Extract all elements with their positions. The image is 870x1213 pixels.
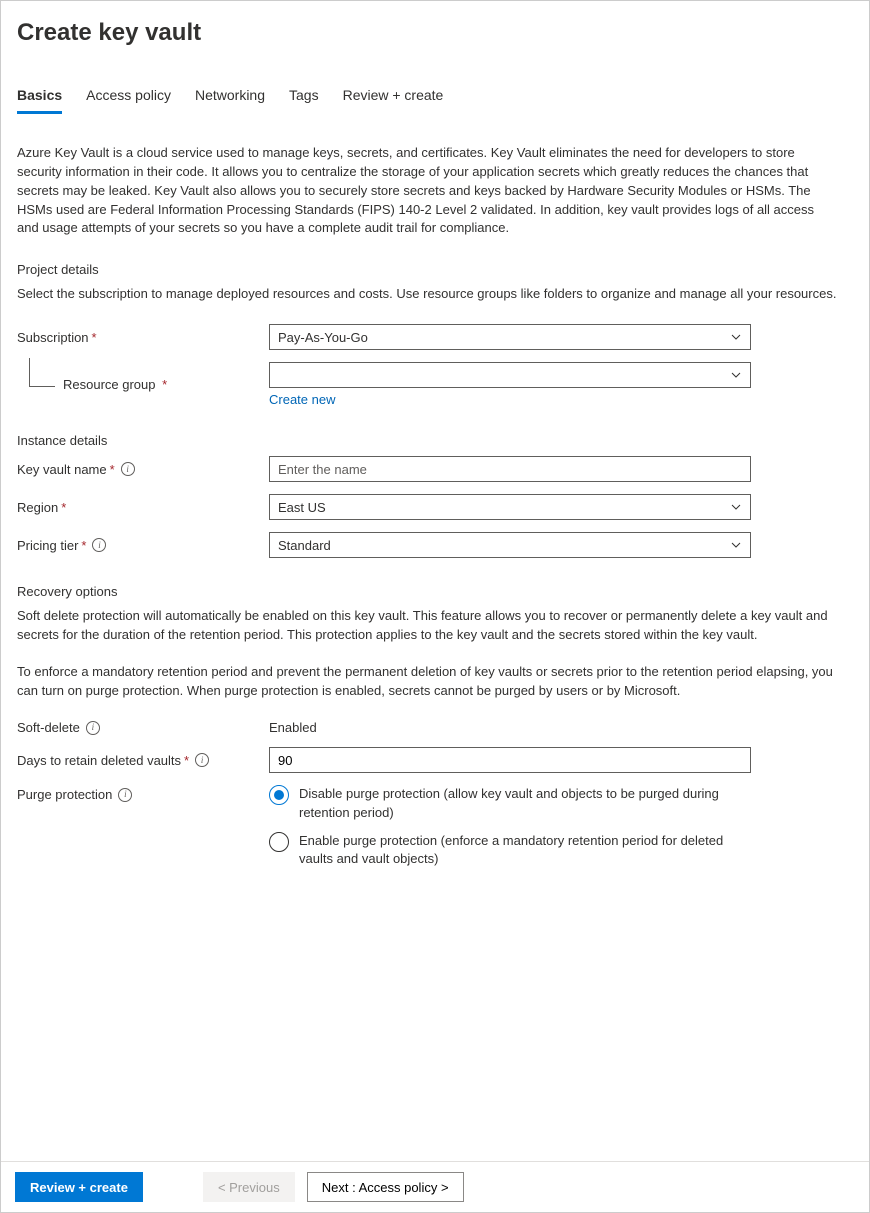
info-icon[interactable]: i [121, 462, 135, 476]
resource-group-select[interactable] [269, 362, 751, 388]
previous-button: < Previous [203, 1172, 295, 1202]
days-retain-input[interactable] [269, 747, 751, 773]
required-marker: * [61, 500, 66, 515]
tab-basics[interactable]: Basics [17, 87, 62, 114]
page-title: Create key vault [17, 19, 853, 47]
tree-indent-icon [21, 372, 63, 398]
pricing-tier-select[interactable]: Standard [269, 532, 751, 558]
chevron-down-icon [730, 369, 742, 381]
recovery-text-1: Soft delete protection will automaticall… [17, 607, 837, 645]
tab-bar: Basics Access policy Networking Tags Rev… [17, 87, 853, 114]
required-marker: * [184, 753, 189, 768]
pricing-tier-label: Pricing tier [17, 538, 78, 553]
subscription-label: Subscription [17, 330, 89, 345]
purge-enable-radio[interactable]: Enable purge protection (enforce a manda… [269, 832, 751, 868]
review-create-button[interactable]: Review + create [15, 1172, 143, 1202]
purge-disable-radio[interactable]: Disable purge protection (allow key vaul… [269, 785, 751, 821]
section-header-recovery: Recovery options [17, 584, 853, 599]
section-header-instance-details: Instance details [17, 433, 853, 448]
required-marker: * [81, 538, 86, 553]
tab-networking[interactable]: Networking [195, 87, 265, 114]
next-button[interactable]: Next : Access policy > [307, 1172, 464, 1202]
recovery-text-2: To enforce a mandatory retention period … [17, 663, 837, 701]
radio-icon [269, 785, 289, 805]
intro-text: Azure Key Vault is a cloud service used … [17, 144, 837, 238]
section-header-project-details: Project details [17, 262, 853, 277]
purge-disable-label: Disable purge protection (allow key vaul… [299, 785, 739, 821]
resource-group-label: Resource group [63, 377, 156, 392]
soft-delete-label: Soft-delete [17, 720, 80, 735]
info-icon[interactable]: i [195, 753, 209, 767]
info-icon[interactable]: i [86, 721, 100, 735]
chevron-down-icon [730, 539, 742, 551]
info-icon[interactable]: i [118, 788, 132, 802]
section-subtext-project-details: Select the subscription to manage deploy… [17, 285, 837, 304]
chevron-down-icon [730, 501, 742, 513]
required-marker: * [92, 330, 97, 345]
region-select[interactable]: East US [269, 494, 751, 520]
subscription-select[interactable]: Pay-As-You-Go [269, 324, 751, 350]
tab-tags[interactable]: Tags [289, 87, 319, 114]
tab-review-create[interactable]: Review + create [343, 87, 444, 114]
region-label: Region [17, 500, 58, 515]
required-marker: * [110, 462, 115, 477]
tab-access-policy[interactable]: Access policy [86, 87, 171, 114]
chevron-down-icon [730, 331, 742, 343]
pricing-tier-value: Standard [278, 538, 331, 553]
create-new-link[interactable]: Create new [269, 392, 335, 407]
footer-bar: Review + create < Previous Next : Access… [1, 1161, 869, 1212]
purge-protection-label: Purge protection [17, 787, 112, 802]
radio-icon [269, 832, 289, 852]
info-icon[interactable]: i [92, 538, 106, 552]
required-marker: * [162, 377, 167, 392]
subscription-value: Pay-As-You-Go [278, 330, 368, 345]
region-value: East US [278, 500, 326, 515]
key-vault-name-input[interactable] [269, 456, 751, 482]
days-retain-label: Days to retain deleted vaults [17, 753, 181, 768]
purge-enable-label: Enable purge protection (enforce a manda… [299, 832, 739, 868]
key-vault-name-label: Key vault name [17, 462, 107, 477]
soft-delete-value: Enabled [269, 720, 317, 735]
